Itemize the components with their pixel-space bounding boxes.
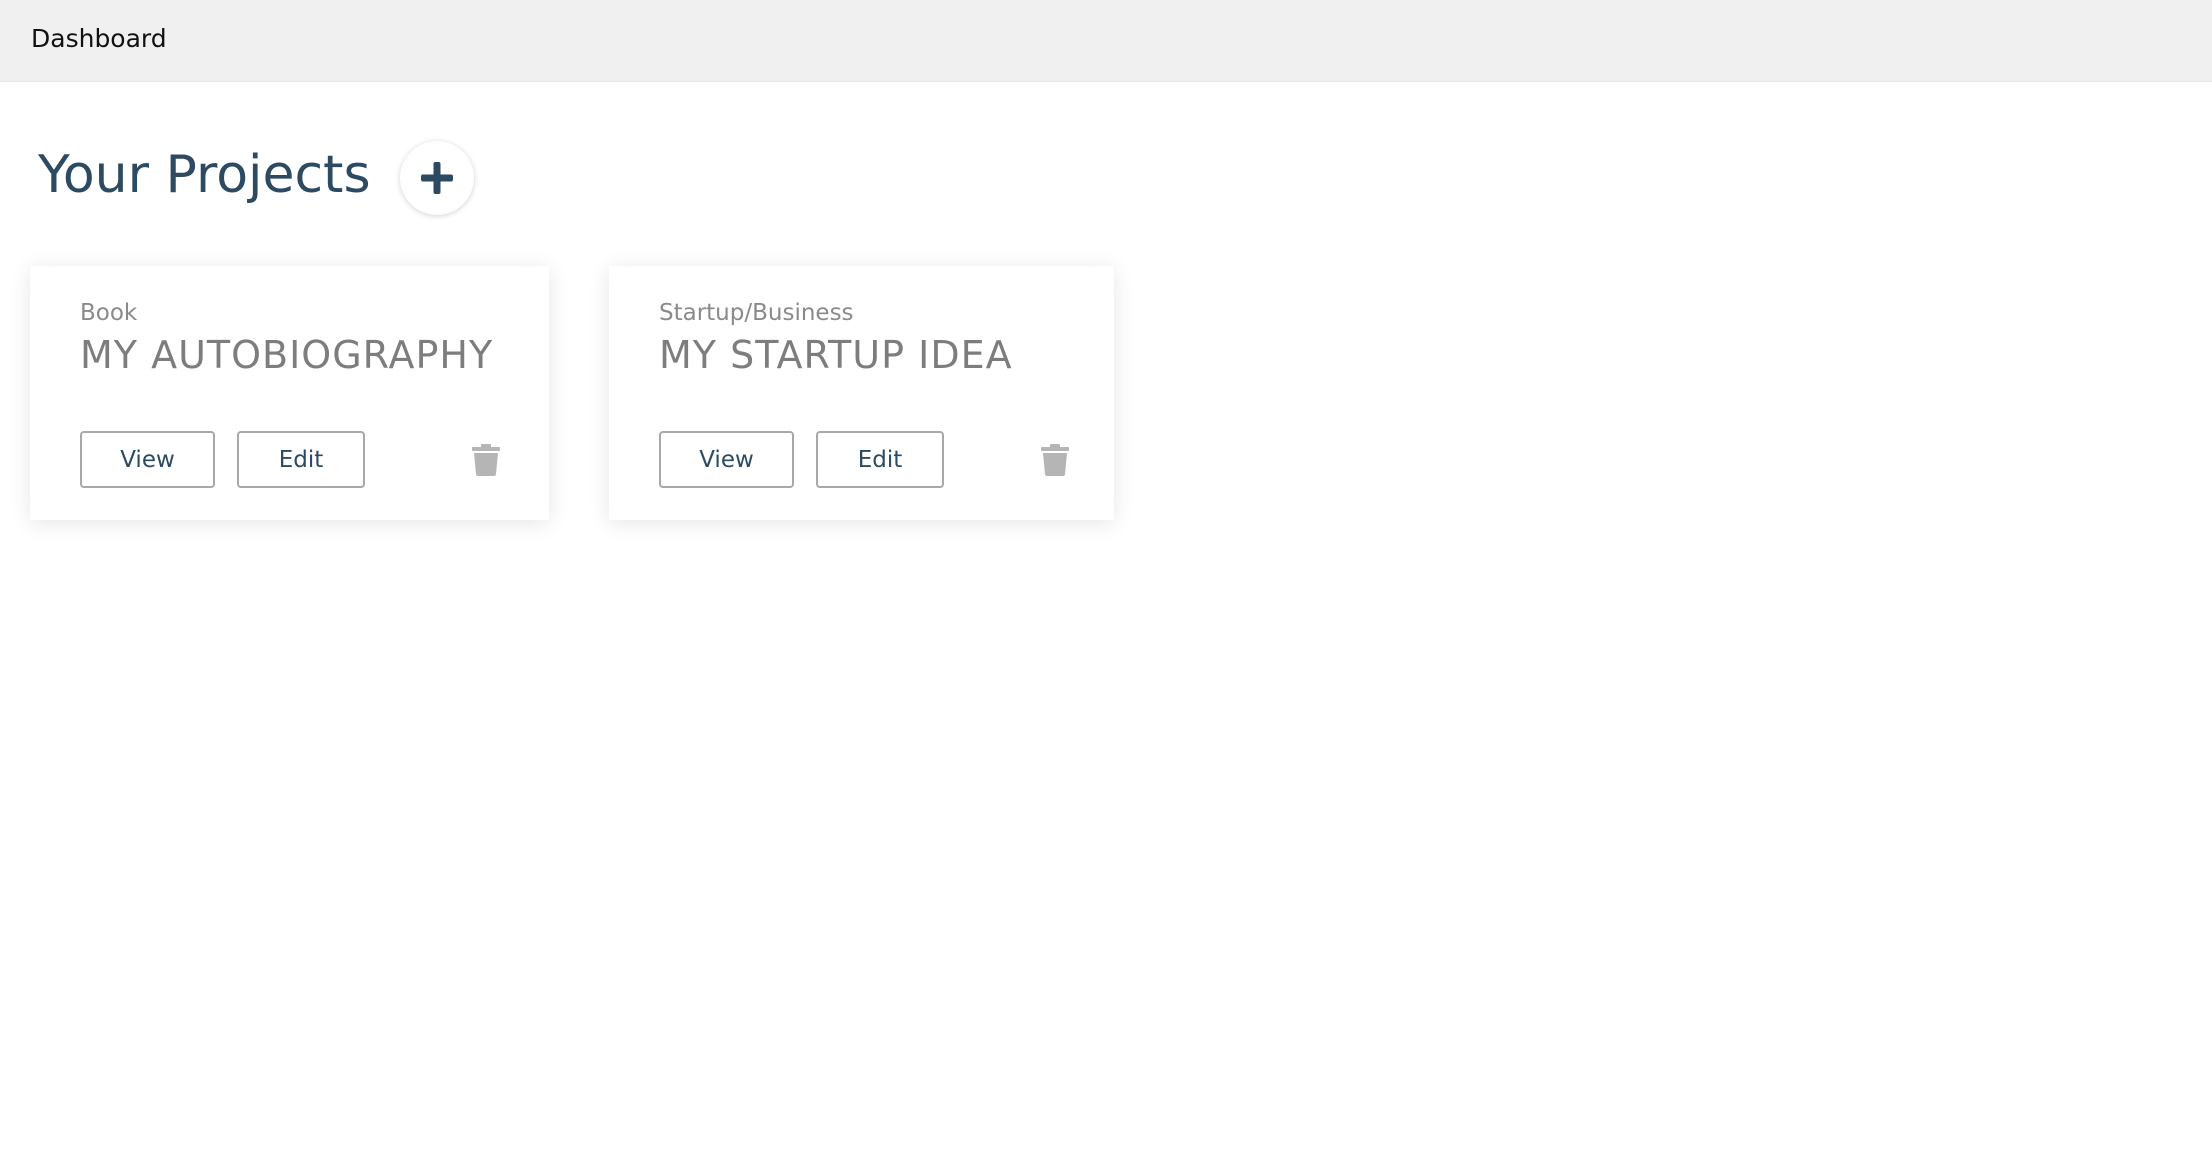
page-title: Your Projects [38,145,371,205]
trash-icon[interactable] [1041,444,1069,476]
project-card: Book MY AUTOBIOGRAPHY View Edit [30,266,549,520]
app-title: Dashboard [31,24,167,53]
edit-button[interactable]: Edit [816,431,944,488]
view-button[interactable]: View [80,431,215,488]
plus-icon [421,162,453,194]
project-card: Startup/Business MY STARTUP IDEA View Ed… [609,266,1114,520]
top-bar: Dashboard [0,0,2212,82]
project-title: MY STARTUP IDEA [659,333,1013,377]
project-category: Startup/Business [659,300,854,326]
project-category: Book [80,300,138,326]
edit-button[interactable]: Edit [237,431,365,488]
view-button[interactable]: View [659,431,794,488]
add-project-button[interactable] [400,141,474,215]
project-title: MY AUTOBIOGRAPHY [80,333,494,377]
trash-icon[interactable] [472,444,500,476]
